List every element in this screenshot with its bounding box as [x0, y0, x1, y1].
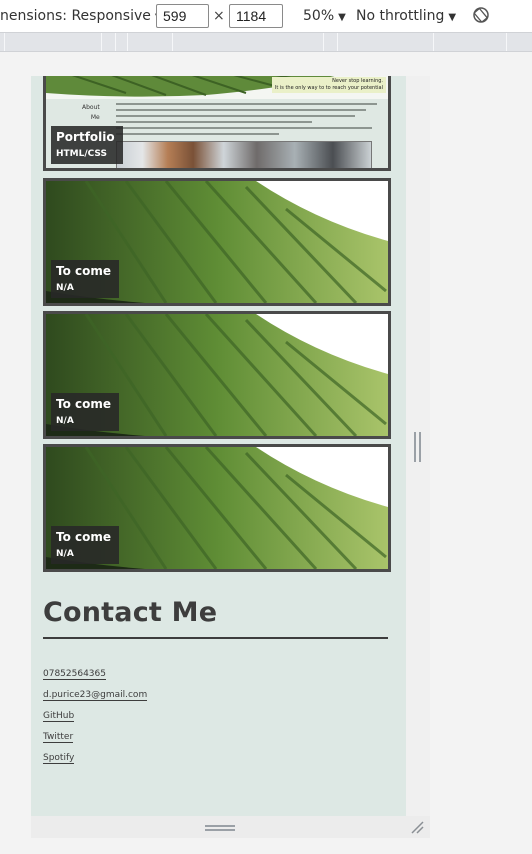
portfolio-card[interactable]: Never stop learning. It is the only way … — [43, 76, 391, 171]
zoom-label: 50% — [303, 8, 335, 24]
device-dimensions-label: nensions: Responsive — [0, 8, 151, 24]
device-dimensions-dropdown[interactable]: nensions: Responsive▼ — [0, 8, 163, 24]
email-link[interactable]: d.purice23@gmail.com — [43, 690, 148, 701]
project-card[interactable]: To come N/A — [43, 444, 391, 572]
about-line-1: About — [82, 104, 100, 111]
resize-handle-bottom[interactable] — [205, 825, 235, 831]
about-me-label: About Me — [82, 103, 100, 123]
chevron-down-icon: ▼ — [448, 12, 457, 23]
viewport-width-input[interactable] — [156, 4, 209, 28]
quote-line-2: It is the only way to to reach your pote… — [274, 85, 383, 91]
project-card[interactable]: To come N/A — [43, 178, 391, 306]
card-subtitle: N/A — [56, 283, 74, 293]
github-link[interactable]: GitHub — [43, 711, 75, 722]
office-photo-preview — [116, 141, 372, 168]
rotate-icon[interactable] — [472, 6, 490, 24]
project-card[interactable]: To come N/A — [43, 311, 391, 439]
twitter-link[interactable]: Twitter — [43, 732, 74, 743]
resize-handle-right[interactable] — [414, 432, 421, 462]
contact-links: 07852564365 d.purice23@gmail.com GitHub … — [43, 669, 148, 774]
quote-line-1: Never stop learning. — [332, 78, 383, 84]
spotify-link[interactable]: Spotify — [43, 753, 75, 764]
card-title: To come — [56, 397, 112, 411]
about-text-preview — [116, 103, 388, 139]
contact-heading: Contact Me — [43, 597, 218, 628]
resize-corner-icon[interactable] — [410, 820, 424, 834]
throttling-dropdown[interactable]: No throttling ▼ — [356, 8, 456, 24]
phone-link[interactable]: 07852564365 — [43, 669, 106, 680]
zoom-dropdown[interactable]: 50% ▼ — [303, 8, 346, 24]
viewport-height-input[interactable] — [229, 4, 283, 28]
card-title: To come — [56, 530, 112, 544]
card-title: To come — [56, 264, 112, 278]
about-line-2: Me — [90, 114, 100, 121]
quote-box: Never stop learning. It is the only way … — [271, 77, 386, 93]
card-subtitle: N/A — [56, 549, 74, 559]
media-query-ruler[interactable] — [0, 32, 532, 52]
card-subtitle: HTML/CSS — [56, 149, 107, 159]
card-label: To come N/A — [51, 393, 120, 431]
devtools-device-toolbar: nensions: Responsive▼ × 50%▼ No throttli… — [0, 0, 532, 32]
card-label: To come N/A — [51, 526, 120, 564]
chevron-down-icon: ▼ — [338, 12, 346, 23]
card-label: Portfolio HTML/CSS — [51, 126, 123, 164]
card-subtitle: N/A — [56, 416, 74, 426]
device-viewport: Never stop learning. It is the only way … — [31, 76, 406, 816]
contact-divider — [43, 637, 388, 639]
card-title: Portfolio — [56, 130, 115, 144]
throttling-label: No throttling — [356, 8, 445, 24]
card-label: To come N/A — [51, 260, 120, 298]
dimension-times-sign: × — [213, 8, 225, 24]
